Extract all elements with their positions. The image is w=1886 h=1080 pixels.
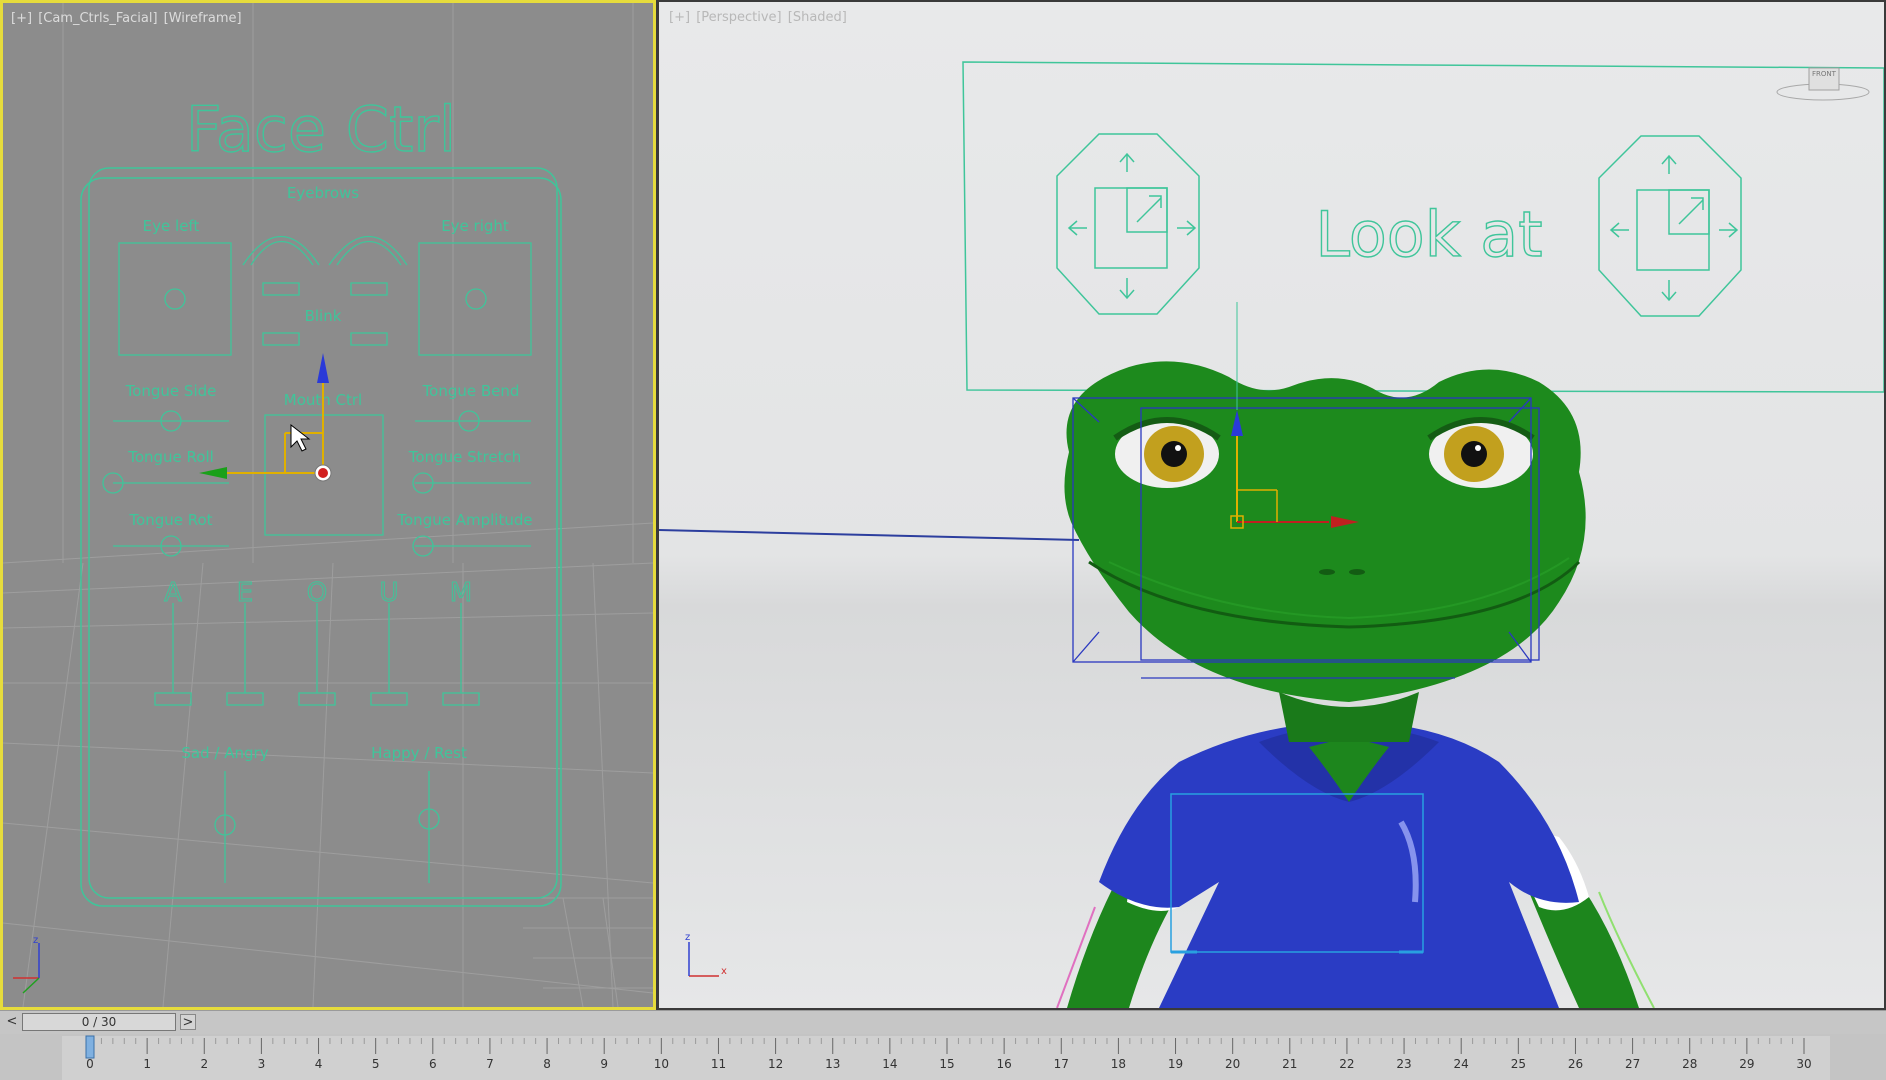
time-slider-next-button[interactable]: >: [180, 1014, 196, 1030]
track-tick-label: 9: [600, 1057, 608, 1071]
svg-text:z: z: [685, 932, 690, 943]
track-tick-label: 28: [1682, 1057, 1697, 1071]
viewcube-icon[interactable]: FRONT: [1776, 67, 1870, 101]
viewport-label-left[interactable]: [+] [Cam_Ctrls_Facial] [Wireframe]: [11, 11, 244, 26]
eye-left-label: Eye left: [143, 217, 200, 235]
track-tick-label: 11: [711, 1057, 726, 1071]
perspective-scene: Look at FRONT z x: [659, 61, 1884, 1008]
eye-right-label: Eye right: [441, 217, 509, 235]
track-tick-label: 0: [86, 1057, 94, 1071]
phoneme-a-handle[interactable]: [154, 692, 192, 706]
look-at-label: Look at: [1315, 198, 1542, 271]
face-ctrl-title: Face Ctrl: [186, 93, 456, 166]
current-frame-marker[interactable]: [85, 1035, 95, 1059]
phoneme-u-handle[interactable]: [370, 692, 408, 706]
phoneme-o-handle[interactable]: [298, 692, 336, 706]
track-tick-label: 30: [1796, 1057, 1811, 1071]
viewport-shading-mode[interactable]: [Wireframe]: [164, 11, 242, 26]
phoneme-u-label: U: [379, 578, 398, 608]
track-tick-label: 29: [1739, 1057, 1754, 1071]
track-tick-label: 26: [1568, 1057, 1583, 1071]
track-tick-label: 15: [939, 1057, 954, 1071]
svg-text:x: x: [721, 966, 727, 977]
phoneme-m-handle[interactable]: [442, 692, 480, 706]
phoneme-m-label: M: [450, 578, 472, 608]
eyebrow-right-handle[interactable]: [350, 282, 388, 296]
phoneme-e-handle[interactable]: [226, 692, 264, 706]
facial-control-panel: Face Ctrl Eyebrows Eye left Eye right Bl…: [3, 3, 653, 1007]
tongue-stretch-label: Tongue Stretch: [408, 448, 521, 466]
track-tick-label: 13: [825, 1057, 840, 1071]
track-tick-label: 4: [315, 1057, 323, 1071]
track-tick-label: 17: [1054, 1057, 1069, 1071]
track-tick-label: 6: [429, 1057, 437, 1071]
track-bar-ruler: 0 1 2 3 4 5 6 7 8 9 10 11 12 13 14 15 16 17 18 19 20 21 22 23 24…: [85, 1035, 1812, 1071]
track-tick-label: 1: [143, 1057, 151, 1071]
track-tick-label: 21: [1282, 1057, 1297, 1071]
tongue-side-label: Tongue Side: [125, 382, 217, 400]
viewport-menu-plus[interactable]: [+]: [669, 10, 690, 25]
track-tick-label: 12: [768, 1057, 783, 1071]
track-tick-label: 7: [486, 1057, 494, 1071]
track-tick-label: 20: [1225, 1057, 1240, 1071]
phoneme-o-label: O: [307, 578, 327, 608]
svg-text:z: z: [33, 935, 38, 946]
eye-left-handle[interactable]: [164, 288, 186, 310]
track-tick-label: 19: [1168, 1057, 1183, 1071]
time-slider-prev-button[interactable]: <: [4, 1014, 20, 1030]
tongue-bend-label: Tongue Bend: [422, 382, 520, 400]
eyebrows-label: Eyebrows: [287, 184, 359, 202]
time-slider[interactable]: < 0 / 30 >: [0, 1010, 1886, 1034]
tongue-amplitude-label: Tongue Amplitude: [396, 511, 532, 529]
blink-left-handle[interactable]: [262, 332, 300, 346]
track-bar[interactable]: 0 1 2 3 4 5 6 7 8 9 10 11 12 13 14 15 16 17 18 19 20 21 22 23 24…: [0, 1034, 1886, 1080]
track-tick-label: 8: [543, 1057, 551, 1071]
track-tick-label: 23: [1396, 1057, 1411, 1071]
phoneme-e-label: E: [237, 578, 253, 608]
tongue-rot-label: Tongue Rot: [128, 511, 212, 529]
viewport-shading-mode[interactable]: [Shaded]: [788, 10, 847, 25]
track-tick-label: 14: [882, 1057, 897, 1071]
track-tick-label: 2: [200, 1057, 208, 1071]
tongue-roll-label: Tongue Roll: [127, 448, 214, 466]
viewport-menu-plus[interactable]: [+]: [11, 11, 32, 26]
eyebrow-left-handle[interactable]: [262, 282, 300, 296]
track-tick-label: 25: [1511, 1057, 1526, 1071]
look-at-left-control[interactable]: [1056, 133, 1200, 315]
blink-label: Blink: [305, 307, 342, 325]
viewport-view-name[interactable]: [Perspective]: [696, 10, 781, 25]
happy-rest-label: Happy / Rest: [371, 744, 467, 762]
track-tick-label: 18: [1111, 1057, 1126, 1071]
track-tick-label: 16: [996, 1057, 1011, 1071]
sad-angry-label: Sad / Angry: [181, 744, 268, 762]
viewcube-face-label: FRONT: [1812, 70, 1837, 78]
viewport-camera-name[interactable]: [Cam_Ctrls_Facial]: [38, 11, 157, 26]
track-tick-label: 3: [258, 1057, 266, 1071]
time-slider-thumb[interactable]: 0 / 30: [22, 1013, 176, 1031]
eye-right-handle[interactable]: [465, 288, 487, 310]
track-tick-label: 22: [1339, 1057, 1354, 1071]
viewport-label-right[interactable]: [+] [Perspective] [Shaded]: [669, 10, 849, 25]
track-tick-label: 5: [372, 1057, 380, 1071]
viewport-perspective[interactable]: Look at FRONT z x [+] [Perspective] [Sha…: [656, 0, 1886, 1010]
track-tick-label: 10: [654, 1057, 669, 1071]
blink-right-handle[interactable]: [350, 332, 388, 346]
viewport-facial-controls[interactable]: Face Ctrl Eyebrows Eye left Eye right Bl…: [0, 0, 656, 1010]
mouse-cursor-icon: [290, 423, 311, 452]
track-tick-label: 24: [1454, 1057, 1469, 1071]
axis-tripod-icon: z x: [685, 932, 727, 977]
look-at-right-control[interactable]: [1598, 135, 1742, 317]
track-tick-label: 27: [1625, 1057, 1640, 1071]
phoneme-a-label: A: [164, 578, 182, 608]
3dsmax-window: Face Ctrl Eyebrows Eye left Eye right Bl…: [0, 0, 1886, 1080]
frog-character[interactable]: [1056, 361, 1655, 1008]
